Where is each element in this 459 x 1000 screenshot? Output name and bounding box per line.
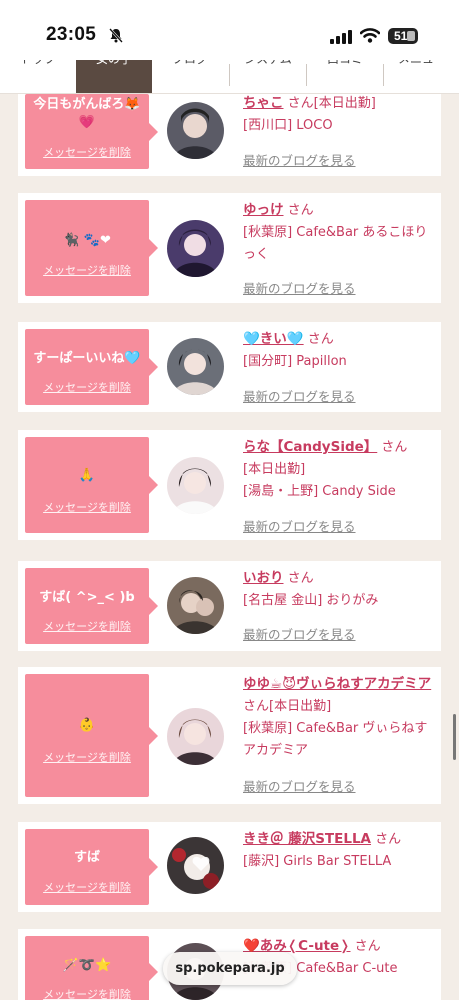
tab-menu[interactable]: メニュー (384, 60, 459, 93)
shop-line: [湯島・上野] Candy Side (243, 484, 396, 499)
avatar[interactable] (167, 457, 224, 514)
honorific: さん (243, 699, 270, 714)
message-bubble: すーぱーいいね🩵 メッセージを削除 (25, 329, 158, 405)
battery-icon: 51 (388, 28, 418, 44)
latest-blog-link[interactable]: 最新のブログを見る (243, 386, 356, 405)
status-bar: 23:05 51 (0, 0, 459, 60)
delete-message-link[interactable]: メッセージを削除 (25, 144, 149, 160)
honorific: さん (287, 96, 314, 111)
message-text: すーぱーいいね🩵 (33, 351, 141, 366)
message-bubble: 👶 メッセージを削除 (25, 674, 158, 797)
shop-line: [秋葉原] Cafe&Bar ヴぃらねすアカデミア (243, 721, 428, 758)
message-text: 🐈‍⬛ 🐾❤ (63, 233, 111, 248)
girl-info: ちゃこ さん[本日出勤] [西川口] LOCO (243, 92, 438, 137)
girl-name-link[interactable]: いおり (243, 570, 284, 586)
delete-message-link[interactable]: メッセージを削除 (25, 986, 149, 1000)
working-today-badge: [本日出勤] (269, 699, 332, 714)
tab-girls[interactable]: 女の子 (76, 60, 152, 93)
avatar[interactable] (167, 708, 224, 765)
url-pill[interactable]: sp.pokepara.jp (163, 952, 297, 985)
avatar[interactable] (167, 837, 224, 894)
wifi-icon (360, 28, 380, 43)
shop-line: [秋葉原] Cafe&Bar あるこほりっく (243, 225, 428, 262)
latest-blog-link[interactable]: 最新のブログを見る (243, 150, 356, 169)
latest-blog-link[interactable]: 最新のブログを見る (243, 624, 356, 643)
message-text: 今日もがんばろ🦊💗 (33, 97, 141, 130)
girl-name-link[interactable]: ゆゆ☕😈ヴぃらねすアカデミア (243, 676, 431, 692)
message-card: すば( ^>_< )b メッセージを削除 いおり さん [名古屋 金山] おりが… (18, 561, 441, 651)
shop-line: [西川口] LOCO (243, 118, 333, 133)
tab-top[interactable]: トップ (0, 60, 76, 93)
girl-info: ゆっけ さん [秋葉原] Cafe&Bar あるこほりっく (243, 199, 438, 266)
latest-blog-link[interactable]: 最新のブログを見る (243, 278, 356, 297)
shop-line: [藤沢] Girls Bar STELLA (243, 854, 392, 869)
honorific: さん (381, 440, 408, 455)
girl-info: きき＠ 藤沢STELLA さん [藤沢] Girls Bar STELLA (243, 828, 438, 873)
girl-name-link[interactable]: ちゃこ (243, 95, 284, 111)
scrollbar[interactable] (453, 714, 456, 760)
delete-message-link[interactable]: メッセージを削除 (25, 618, 149, 634)
message-text: すば( ^>_< )b (39, 590, 135, 605)
girl-info: らな【CandySide】 さん [本日出勤] [湯島・上野] Candy Si… (243, 436, 438, 503)
message-bubble: 🐈‍⬛ 🐾❤ メッセージを削除 (25, 200, 158, 296)
girl-info: 🩵きい🩵 さん [国分町] Papillon (243, 328, 438, 373)
message-text: 🙏 (78, 468, 96, 483)
message-bubble: 🪄➰⭐ メッセージを削除 (25, 936, 158, 1000)
girl-name-link[interactable]: 🩵きい🩵 (243, 331, 304, 347)
girl-name-link[interactable]: らな【CandySide】 (243, 439, 377, 455)
working-today-badge: [本日出勤] (243, 462, 306, 477)
honorific: さん (287, 571, 314, 586)
latest-blog-link[interactable]: 最新のブログを見る (243, 776, 356, 795)
message-text: 👶 (78, 718, 96, 733)
honorific: さん (354, 939, 381, 954)
message-card: すば メッセージを削除 きき＠ 藤沢STELLA さん [藤沢] Girls B… (18, 822, 441, 912)
nav-tabs: トップ 女の子 ブログ システム 口コミ メニュー (0, 60, 459, 94)
girl-info: いおり さん [名古屋 金山] おりがみ (243, 567, 438, 612)
message-bubble: すば( ^>_< )b メッセージを削除 (25, 568, 158, 644)
delete-message-link[interactable]: メッセージを削除 (25, 262, 149, 278)
message-text: 🪄➰⭐ (62, 958, 112, 973)
avatar[interactable] (167, 577, 224, 634)
honorific: さん (375, 832, 402, 847)
message-card: 今日もがんばろ🦊💗 メッセージを削除 ちゃこ さん[本日出勤] [西川口] LO… (18, 94, 441, 176)
avatar[interactable] (167, 338, 224, 395)
girl-name-link[interactable]: ゆっけ (243, 202, 284, 218)
avatar[interactable] (167, 220, 224, 277)
honorific: さん (307, 332, 334, 347)
message-text: すば (73, 850, 100, 865)
message-bubble: 🙏 メッセージを削除 (25, 437, 158, 533)
tab-reviews[interactable]: 口コミ (307, 60, 383, 93)
tab-system[interactable]: システム (230, 60, 306, 93)
message-card: 👶 メッセージを削除 ゆゆ☕😈ヴぃらねすアカデミア さん[本日出勤] [秋葉原]… (18, 667, 441, 804)
tab-blog[interactable]: ブログ (152, 60, 228, 93)
message-bubble: 今日もがんばろ🦊💗 メッセージを削除 (25, 94, 158, 169)
latest-blog-link[interactable]: 最新のブログを見る (243, 516, 356, 535)
delete-message-link[interactable]: メッセージを削除 (25, 499, 149, 515)
silent-bell-icon (109, 28, 123, 43)
delete-message-link[interactable]: メッセージを削除 (25, 879, 149, 895)
message-card: すーぱーいいね🩵 メッセージを削除 🩵きい🩵 さん [国分町] Papillon… (18, 322, 441, 412)
delete-message-link[interactable]: メッセージを削除 (25, 749, 149, 765)
shop-line: [国分町] Papillon (243, 354, 347, 369)
shop-line: [名古屋 金山] おりがみ (243, 593, 379, 608)
honorific: さん (287, 203, 314, 218)
working-today-badge: [本日出勤] (313, 96, 376, 111)
signal-icon (330, 30, 352, 44)
girl-name-link[interactable]: きき＠ 藤沢STELLA (243, 831, 371, 847)
girl-info: ゆゆ☕😈ヴぃらねすアカデミア さん[本日出勤] [秋葉原] Cafe&Bar ヴ… (243, 673, 438, 762)
avatar[interactable] (167, 102, 224, 159)
status-time: 23:05 (46, 24, 97, 45)
message-card: 🐈‍⬛ 🐾❤ メッセージを削除 ゆっけ さん [秋葉原] Cafe&Bar ある… (18, 193, 441, 303)
message-bubble: すば メッセージを削除 (25, 829, 158, 905)
message-card: 🙏 メッセージを削除 らな【CandySide】 さん [本日出勤] [湯島・上… (18, 430, 441, 540)
delete-message-link[interactable]: メッセージを削除 (25, 379, 149, 395)
